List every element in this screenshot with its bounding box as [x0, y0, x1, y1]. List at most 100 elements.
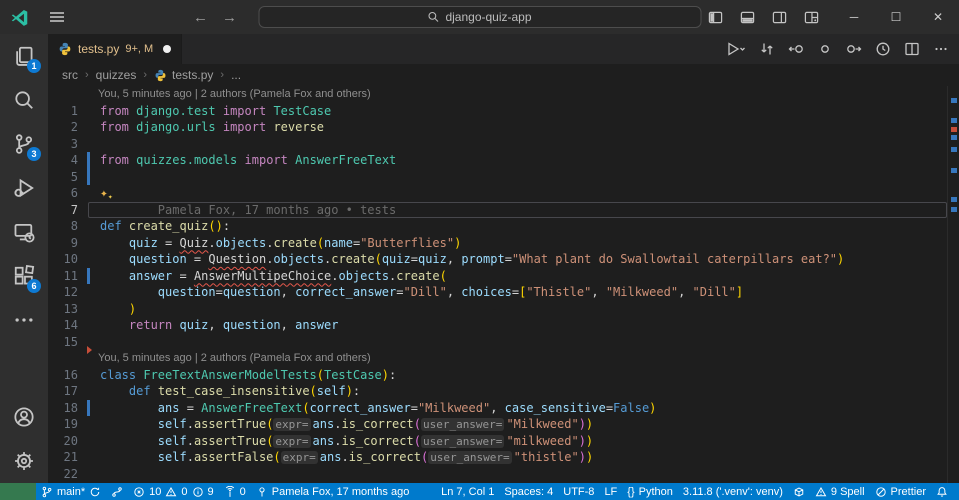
- code-text[interactable]: self.assertFalse(expr=ans.is_correct(use…: [88, 449, 947, 466]
- activity-item-explorer[interactable]: 1: [0, 34, 48, 78]
- line-number[interactable]: 21: [48, 449, 78, 466]
- code-line[interactable]: 8def create_quiz():: [48, 218, 959, 235]
- line-number[interactable]: 13: [48, 301, 78, 318]
- more-actions-icon[interactable]: [933, 41, 949, 57]
- status-cursor-position[interactable]: Ln 7, Col 1: [436, 483, 499, 500]
- code-line[interactable]: 18 ans = AnswerFreeText(correct_answer="…: [48, 400, 959, 417]
- code-text[interactable]: [88, 334, 947, 351]
- code-text[interactable]: answer = AnswerMultipeChoice.objects.cre…: [88, 268, 947, 285]
- nav-forward-icon[interactable]: →: [222, 9, 237, 26]
- code-text[interactable]: question = Question.objects.create(quiz=…: [88, 251, 947, 268]
- status-git-branch[interactable]: main*: [36, 483, 106, 500]
- line-number[interactable]: 1: [48, 103, 78, 120]
- code-text[interactable]: ✦✦: [88, 185, 947, 202]
- line-number[interactable]: 20: [48, 433, 78, 450]
- code-text[interactable]: [88, 169, 947, 186]
- customize-layout-icon[interactable]: [804, 10, 819, 25]
- tab-tests-py[interactable]: tests.py 9+, M: [48, 34, 182, 64]
- code-line[interactable]: 12 question=question, correct_answer="Di…: [48, 284, 959, 301]
- code-text[interactable]: def test_case_insensitive(self):: [88, 383, 947, 400]
- status-python-interpreter[interactable]: 3.11.8 ('.venv': venv): [678, 483, 788, 500]
- copilot-sparkle-icon[interactable]: ✦: [100, 186, 108, 201]
- line-number[interactable]: 9: [48, 235, 78, 252]
- code-text[interactable]: quiz = Quiz.objects.create(name="Butterf…: [88, 235, 947, 252]
- status-git-graph[interactable]: [106, 483, 128, 500]
- line-number[interactable]: 12: [48, 284, 78, 301]
- line-number[interactable]: 18: [48, 400, 78, 417]
- toggle-panel-icon[interactable]: [740, 10, 755, 25]
- toggle-secondary-sidebar-icon[interactable]: [772, 10, 787, 25]
- code-line[interactable]: 7 Pamela Fox, 17 months ago • tests: [48, 202, 959, 219]
- code-text[interactable]: def create_quiz():: [88, 218, 947, 235]
- code-editor[interactable]: You, 5 minutes ago | 2 authors (Pamela F…: [48, 86, 959, 483]
- activity-item-remote-explorer[interactable]: [0, 210, 48, 254]
- file-history-icon[interactable]: [875, 41, 891, 57]
- code-line[interactable]: 13 ): [48, 301, 959, 318]
- maximize-button[interactable]: ☐: [875, 0, 917, 34]
- breadcrumb-symbol[interactable]: ...: [231, 68, 241, 82]
- nav-back-icon[interactable]: ←: [193, 9, 208, 26]
- code-line[interactable]: 16class FreeTextAnswerModelTests(TestCas…: [48, 367, 959, 384]
- code-line[interactable]: 20 self.assertTrue(expr=ans.is_correct(u…: [48, 433, 959, 450]
- code-text[interactable]: return quiz, question, answer: [88, 317, 947, 334]
- code-text[interactable]: [88, 136, 947, 153]
- code-line[interactable]: 1from django.test import TestCase: [48, 103, 959, 120]
- activity-item-source-control[interactable]: 3: [0, 122, 48, 166]
- code-text[interactable]: ans = AnswerFreeText(correct_answer="Mil…: [88, 400, 947, 417]
- line-number[interactable]: 11: [48, 268, 78, 285]
- activity-item-settings[interactable]: [0, 439, 48, 483]
- previous-change-icon[interactable]: [788, 41, 804, 57]
- line-number[interactable]: 19: [48, 416, 78, 433]
- code-line[interactable]: 21 self.assertFalse(expr=ans.is_correct(…: [48, 449, 959, 466]
- line-number[interactable]: 6: [48, 185, 78, 202]
- code-line[interactable]: 11 answer = AnswerMultipeChoice.objects.…: [48, 268, 959, 285]
- code-text[interactable]: from quizzes.models import AnswerFreeTex…: [88, 152, 947, 169]
- overview-ruler[interactable]: [947, 86, 959, 483]
- line-number[interactable]: 5: [48, 169, 78, 186]
- code-text[interactable]: from django.urls import reverse: [88, 119, 947, 136]
- line-number[interactable]: 3: [48, 136, 78, 153]
- line-number[interactable]: 7: [48, 202, 78, 219]
- code-text[interactable]: class FreeTextAnswerModelTests(TestCase)…: [88, 367, 947, 384]
- activity-item-more[interactable]: [0, 298, 48, 342]
- split-editor-icon[interactable]: [904, 41, 920, 57]
- status-dev-container[interactable]: [788, 483, 810, 500]
- status-ports[interactable]: 0: [219, 483, 251, 500]
- code-text[interactable]: ): [88, 301, 947, 318]
- activity-item-search[interactable]: [0, 78, 48, 122]
- status-remote-indicator[interactable]: [0, 483, 36, 500]
- close-button[interactable]: ✕: [917, 0, 959, 34]
- code-line[interactable]: 17 def test_case_insensitive(self):: [48, 383, 959, 400]
- breadcrumb-tests-py[interactable]: tests.py: [154, 68, 213, 82]
- status-prettier[interactable]: Prettier: [870, 483, 931, 500]
- line-number[interactable]: 17: [48, 383, 78, 400]
- code-line[interactable]: 5: [48, 169, 959, 186]
- code-text[interactable]: [88, 466, 947, 483]
- line-number[interactable]: 15: [48, 334, 78, 351]
- activity-item-run-debug[interactable]: [0, 166, 48, 210]
- codelens-annotation[interactable]: You, 5 minutes ago | 2 authors (Pamela F…: [48, 86, 959, 103]
- menu-hamburger-icon[interactable]: [48, 8, 66, 26]
- code-line[interactable]: 3: [48, 136, 959, 153]
- status-spell-checker[interactable]: 9 Spell: [810, 483, 870, 500]
- breadcrumb-src[interactable]: src: [62, 68, 78, 82]
- code-line[interactable]: 9 quiz = Quiz.objects.create(name="Butte…: [48, 235, 959, 252]
- activity-item-extensions[interactable]: 6: [0, 254, 48, 298]
- minimize-button[interactable]: ─: [833, 0, 875, 34]
- line-number[interactable]: 22: [48, 466, 78, 483]
- line-number[interactable]: 10: [48, 251, 78, 268]
- status-indentation[interactable]: Spaces: 4: [499, 483, 558, 500]
- status-language-mode[interactable]: {}Python: [622, 483, 678, 500]
- status-gitlens-blame[interactable]: Pamela Fox, 17 months ago: [251, 483, 415, 500]
- compare-changes-icon[interactable]: [759, 41, 775, 57]
- code-text[interactable]: self.assertTrue(expr=ans.is_correct(user…: [88, 416, 947, 433]
- code-line[interactable]: 22: [48, 466, 959, 483]
- code-line[interactable]: 15: [48, 334, 959, 351]
- breadcrumb-quizzes[interactable]: quizzes: [96, 68, 137, 82]
- line-number[interactable]: 2: [48, 119, 78, 136]
- run-python-file-button[interactable]: [726, 41, 746, 57]
- activity-item-accounts[interactable]: [0, 395, 48, 439]
- code-line[interactable]: 19 self.assertTrue(expr=ans.is_correct(u…: [48, 416, 959, 433]
- status-problems[interactable]: 1009: [128, 483, 219, 500]
- next-change-icon[interactable]: [846, 41, 862, 57]
